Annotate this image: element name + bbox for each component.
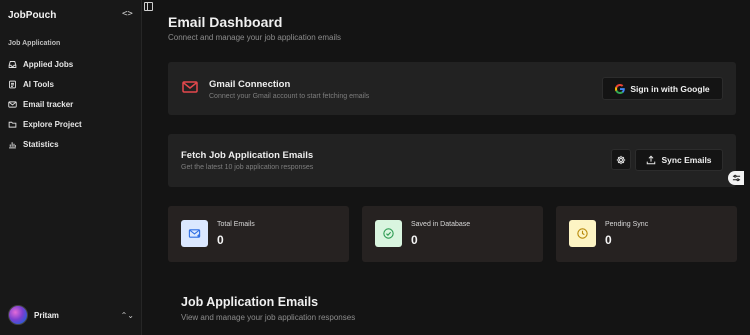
check-circle-icon [375,220,402,247]
fetch-description: Get the latest 10 job application respon… [181,164,314,171]
panel-toggle-icon[interactable] [144,2,153,11]
sign-in-with-google-button[interactable]: Sign in with Google [602,77,723,100]
upload-icon [647,155,656,165]
gear-icon [616,155,626,164]
mail-plus-icon [181,220,208,247]
avatar[interactable] [8,305,28,325]
stat-card-pending-sync: Pending Sync 0 [556,206,737,262]
stat-value: 0 [605,233,612,247]
stat-value: 0 [217,233,224,247]
sidebar-item-label: AI Tools [23,79,54,89]
sidebar-item-statistics[interactable]: Statistics [6,134,136,154]
user-menu[interactable]: Pritam ⌃⌄ [8,304,134,326]
stat-value: 0 [411,233,418,247]
sidebar-item-email-tracker[interactable]: Email tracker [6,94,136,114]
gmail-connection-card: Gmail Connection Connect your Gmail acco… [168,62,736,115]
mail-icon [182,81,198,93]
sliders-icon [732,174,740,182]
inbox-icon [8,60,17,69]
stat-label: Pending Sync [605,221,649,228]
sign-in-label: Sign in with Google [630,83,710,94]
stat-card-total-emails: Total Emails 0 [168,206,349,262]
sidebar-item-applied-jobs[interactable]: Applied Jobs [6,54,136,74]
app-brand[interactable]: JobPouch [8,10,56,21]
bar-chart-icon [8,140,17,149]
sidebar: JobPouch <> Job Application Applied Jobs… [0,0,142,335]
sidebar-item-explore-project[interactable]: Explore Project [6,114,136,134]
stat-card-saved-in-database: Saved in Database 0 [362,206,543,262]
clock-icon [569,220,596,247]
gmail-description: Connect your Gmail account to start fetc… [209,93,370,100]
page-title: Email Dashboard [168,14,283,30]
user-name: Pritam [34,310,59,320]
emails-section-subtitle: View and manage your job application res… [181,313,356,322]
page-subtitle: Connect and manage your job application … [168,33,341,42]
sync-label: Sync Emails [661,155,712,165]
chevron-up-down-icon[interactable]: ⌃⌄ [121,311,134,320]
settings-button[interactable] [611,149,631,170]
fetch-title: Fetch Job Application Emails [181,150,314,161]
sidebar-item-label: Applied Jobs [23,59,74,69]
emails-section-title: Job Application Emails [181,295,319,309]
fetch-emails-card: Fetch Job Application Emails Get the lat… [168,134,736,187]
sidebar-collapse-icon[interactable]: <> [122,9,133,19]
mail-icon [8,100,17,109]
sidebar-item-label: Statistics [23,139,59,149]
document-icon [8,80,17,89]
sidebar-item-ai-tools[interactable]: AI Tools [6,74,136,94]
folder-icon [8,120,17,129]
sidebar-nav: Applied Jobs AI Tools Email tracker Expl… [6,54,136,154]
nav-section-label: Job Application [8,40,61,47]
sidebar-item-label: Explore Project [23,119,82,129]
sidebar-item-label: Email tracker [23,99,74,109]
stat-label: Saved in Database [411,221,471,228]
google-icon [615,83,626,94]
stat-label: Total Emails [217,221,255,228]
sync-emails-button[interactable]: Sync Emails [635,149,723,171]
floating-toggle-button[interactable] [728,171,744,185]
gmail-title: Gmail Connection [209,79,291,90]
